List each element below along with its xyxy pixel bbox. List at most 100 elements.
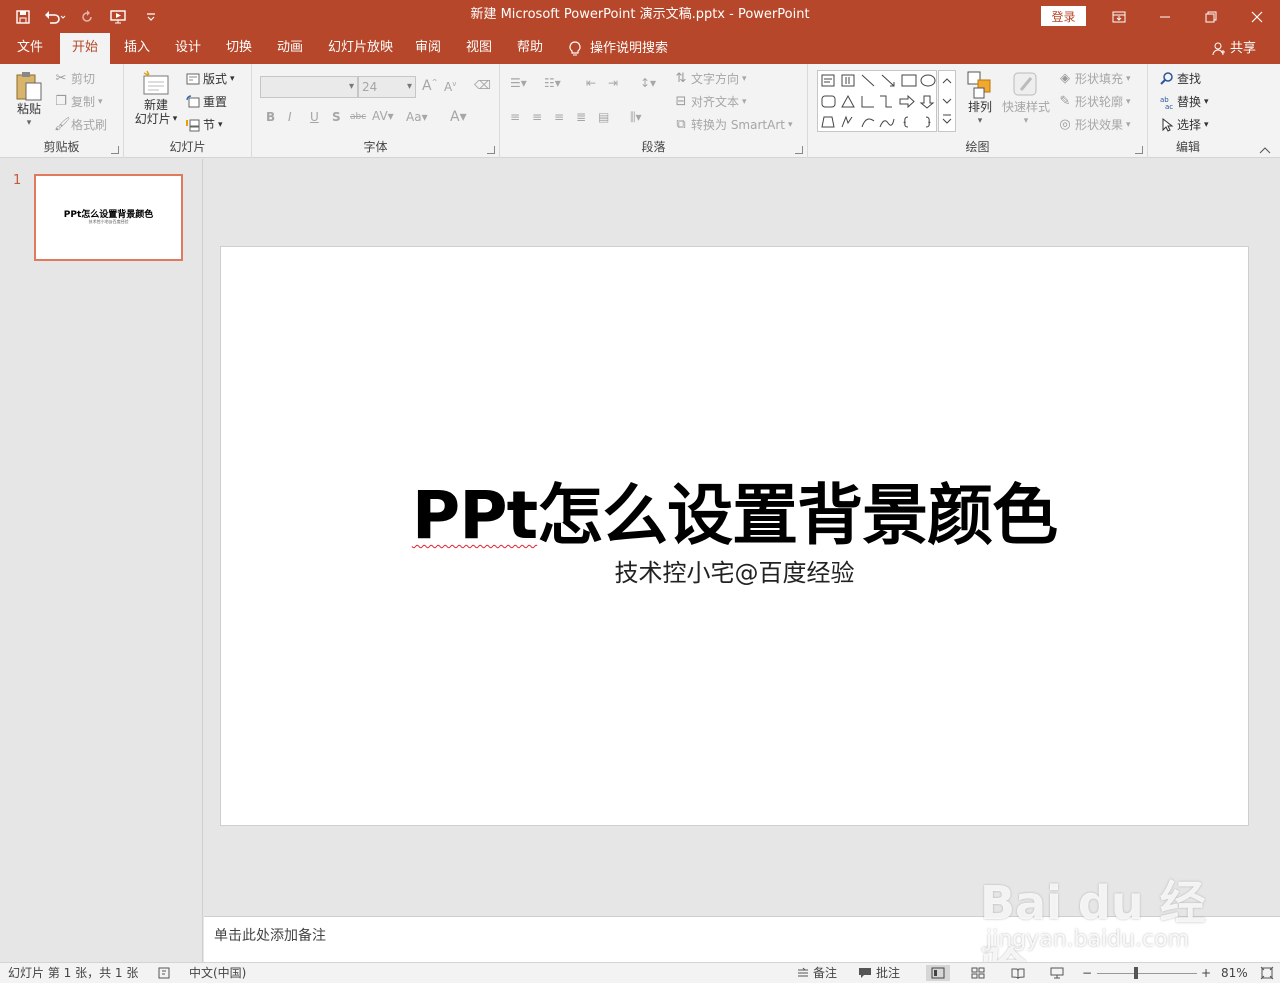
slide-thumbnail-subtitle: 技术控小宅@百度经验 <box>88 219 129 224</box>
decrease-indent-icon[interactable]: ⇤ <box>586 76 596 90</box>
tab-animations[interactable]: 动画 <box>275 33 305 64</box>
distributed-icon[interactable]: ▤ <box>598 110 609 124</box>
bold-icon[interactable]: B <box>266 110 275 124</box>
tab-home[interactable]: 开始 <box>60 33 110 64</box>
shape-fill-button[interactable]: ◈ 形状填充 ▾ <box>1058 70 1131 87</box>
line-spacing-icon[interactable]: ↕▾ <box>640 76 656 90</box>
minimize-icon[interactable] <box>1142 0 1188 33</box>
ribbon-display-options-icon[interactable] <box>1096 0 1142 33</box>
font-size-combo[interactable]: 24 ▾ <box>358 76 416 98</box>
font-name-combo[interactable]: ▾ <box>260 76 358 98</box>
decrease-font-size-icon[interactable]: Av <box>444 80 456 94</box>
text-direction-button[interactable]: ⇅ 文字方向 ▾ <box>674 70 747 87</box>
convert-smartart-button[interactable]: ⧉ 转换为 SmartArt ▾ <box>674 116 793 133</box>
zoom-slider-thumb[interactable] <box>1134 967 1139 979</box>
notes-placeholder: 单击此处添加备注 <box>214 928 326 944</box>
slideshow-view-icon[interactable] <box>1049 965 1065 981</box>
language-indicator[interactable]: 中文(中国) <box>189 965 246 981</box>
zoom-level[interactable]: 81% <box>1221 965 1248 981</box>
replace-button[interactable]: ab ac 替换 ▾ <box>1160 93 1209 110</box>
layout-button[interactable]: 版式 ▾ <box>186 70 235 87</box>
zoom-in-button[interactable]: + <box>1201 965 1211 981</box>
section-button[interactable]: 节 ▾ <box>186 116 223 133</box>
align-center-icon[interactable]: ≡ <box>532 110 542 124</box>
tab-view[interactable]: 视图 <box>464 33 494 64</box>
font-color-icon[interactable]: A▾ <box>450 109 467 125</box>
underline-icon[interactable]: U <box>310 110 319 124</box>
notes-toggle-button[interactable]: 备注 <box>797 965 837 981</box>
reading-view-icon[interactable] <box>1010 965 1026 981</box>
slide-title[interactable]: PPt怎么设置背景颜色 <box>221 462 1248 558</box>
clipboard-launcher-icon[interactable] <box>111 146 119 154</box>
increase-font-size-icon[interactable]: A^ <box>422 78 437 94</box>
shape-outline-label: 形状轮廓 <box>1075 95 1124 109</box>
character-spacing-icon[interactable]: AV▾ <box>372 109 394 123</box>
restore-icon[interactable] <box>1188 0 1234 33</box>
tab-file[interactable]: 文件 <box>15 33 45 64</box>
shapes-gallery-scroll[interactable] <box>938 70 956 132</box>
tab-transitions[interactable]: 切换 <box>224 33 254 64</box>
spelling-check-icon[interactable] <box>158 965 172 981</box>
smartart-dropdown-icon: ▾ <box>787 119 793 130</box>
tell-me-search[interactable]: 操作说明搜索 <box>568 33 668 64</box>
find-button[interactable]: 查找 <box>1160 70 1201 87</box>
arrange-button[interactable]: 排列 ▾ <box>964 70 996 128</box>
notes-pane[interactable]: 单击此处添加备注 <box>204 916 1280 962</box>
increase-indent-icon[interactable]: ⇥ <box>608 76 618 90</box>
format-painter-button[interactable]: 🖌 格式刷 <box>54 116 107 133</box>
columns-icon[interactable]: ⫼▾ <box>630 110 642 125</box>
normal-view-icon[interactable] <box>926 965 950 981</box>
save-icon[interactable] <box>12 6 34 28</box>
clipboard-group: 粘贴 ▾ ✂ 剪切 ❐ 复制 ▾ 🖌 格式刷 剪贴板 <box>0 64 124 158</box>
collapse-ribbon-icon[interactable] <box>1258 144 1272 154</box>
start-slideshow-icon[interactable] <box>108 6 130 28</box>
tab-insert[interactable]: 插入 <box>122 33 152 64</box>
tab-design[interactable]: 设计 <box>173 33 203 64</box>
login-button[interactable]: 登录 <box>1041 6 1086 26</box>
quick-styles-button[interactable]: 快速样式 ▾ <box>1000 70 1052 128</box>
slide-canvas[interactable]: PPt怎么设置背景颜色 技术控小宅@百度经验 <box>220 246 1249 826</box>
select-button[interactable]: 选择 ▾ <box>1160 116 1209 133</box>
undo-icon[interactable] <box>44 6 66 28</box>
font-launcher-icon[interactable] <box>487 146 495 154</box>
comments-toggle-button[interactable]: 批注 <box>858 965 900 981</box>
italic-icon[interactable]: I <box>288 110 292 124</box>
shapes-gallery[interactable] <box>817 70 937 132</box>
bullets-icon[interactable]: ☰▾ <box>510 76 527 90</box>
numbering-icon[interactable]: ☷▾ <box>544 76 561 90</box>
fit-to-window-icon[interactable] <box>1260 965 1274 981</box>
convert-smartart-label: 转换为 SmartArt <box>691 118 785 132</box>
customize-qat-icon[interactable] <box>140 6 162 28</box>
clear-formatting-icon[interactable]: ⌫ <box>474 78 491 92</box>
align-left-icon[interactable]: ≡ <box>510 110 520 124</box>
reset-button[interactable]: 重置 <box>186 93 227 110</box>
strikethrough-icon[interactable]: abc <box>350 112 366 122</box>
change-case-icon[interactable]: Aa▾ <box>406 110 428 124</box>
justify-icon[interactable]: ≣ <box>576 110 586 124</box>
close-icon[interactable] <box>1234 0 1280 33</box>
align-right-icon[interactable]: ≡ <box>554 110 564 124</box>
slide-thumbnail[interactable]: PPt怎么设置背景颜色 技术控小宅@百度经验 <box>34 174 183 261</box>
slide-subtitle[interactable]: 技术控小宅@百度经验 <box>221 553 1248 588</box>
shape-effects-label: 形状效果 <box>1075 118 1124 132</box>
new-slide-icon <box>143 70 169 95</box>
tab-help[interactable]: 帮助 <box>515 33 545 64</box>
copy-button[interactable]: ❐ 复制 ▾ <box>54 93 102 110</box>
align-text-button[interactable]: ⊟ 对齐文本 ▾ <box>674 93 747 110</box>
paragraph-launcher-icon[interactable] <box>795 146 803 154</box>
new-slide-button[interactable]: 新建 幻灯片 ▾ <box>132 70 180 126</box>
slide-sorter-view-icon[interactable] <box>970 965 986 981</box>
redo-icon[interactable] <box>76 6 98 28</box>
paste-button[interactable]: 粘贴 ▾ <box>10 70 48 130</box>
cut-button[interactable]: ✂ 剪切 <box>54 70 95 87</box>
text-shadow-icon[interactable]: S <box>332 110 341 124</box>
share-button[interactable]: 共享 <box>1212 33 1256 64</box>
shape-effects-button[interactable]: ◎ 形状效果 ▾ <box>1058 116 1130 133</box>
tab-review[interactable]: 审阅 <box>413 33 443 64</box>
zoom-out-button[interactable]: − <box>1082 965 1092 981</box>
align-text-dropdown-icon: ▾ <box>742 96 747 107</box>
tab-slideshow[interactable]: 幻灯片放映 <box>326 33 395 64</box>
drawing-launcher-icon[interactable] <box>1135 146 1143 154</box>
shape-outline-button[interactable]: ✎ 形状轮廓 ▾ <box>1058 93 1131 110</box>
zoom-slider[interactable] <box>1097 973 1197 974</box>
